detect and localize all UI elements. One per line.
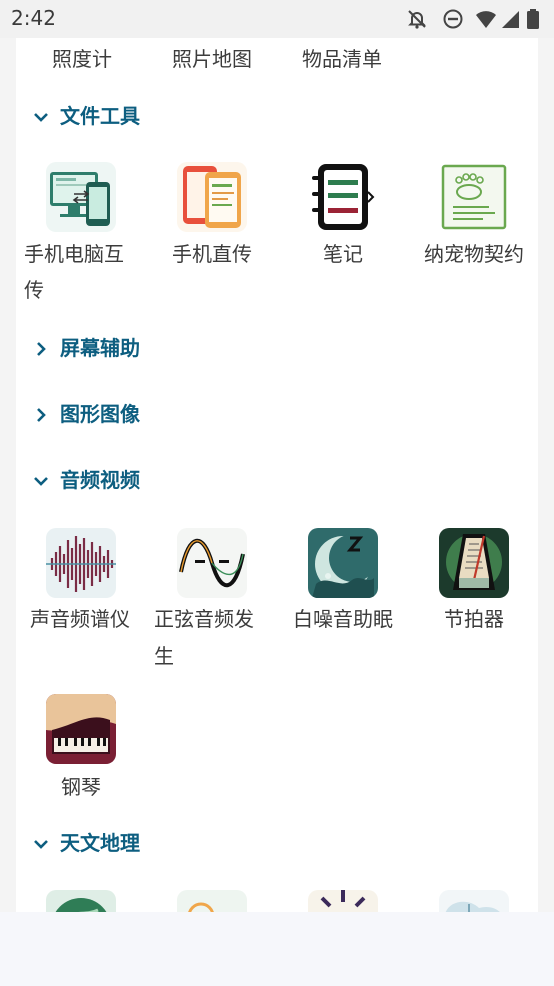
metronome-app-icon[interactable]: [439, 528, 509, 598]
section-header-audio-video[interactable]: 音频视频: [16, 460, 538, 500]
pc-transfer-app-icon[interactable]: [46, 162, 116, 232]
chevron-down-icon: [34, 113, 48, 122]
app-label-pc-transfer-wrap[interactable]: 传: [24, 272, 64, 308]
notifications-off-icon: [408, 10, 426, 29]
section-header-astronomy[interactable]: 天文地理: [16, 823, 538, 863]
app-label-piano[interactable]: 钢琴: [41, 769, 121, 805]
piano-app-icon[interactable]: [46, 694, 116, 764]
section-title: 图形图像: [60, 402, 140, 426]
battery-icon: [527, 9, 539, 29]
content-card: 照度计 照片地图 物品清单 文件工具 手机电脑互 传 手机直传 笔记 纳宠物契约…: [16, 38, 538, 912]
notes-app-icon[interactable]: [308, 162, 378, 232]
phone-transfer-app-icon[interactable]: [177, 162, 247, 232]
app-label-pet-contract[interactable]: 纳宠物契约: [414, 236, 534, 272]
section-title: 文件工具: [60, 104, 140, 128]
section-title: 屏幕辅助: [60, 336, 140, 360]
status-bar: 2:42: [0, 0, 554, 38]
bottom-navigation-area: [0, 912, 554, 986]
status-time: 2:42: [11, 6, 56, 30]
chevron-down-icon: [34, 840, 48, 849]
section-header-graphics[interactable]: 图形图像: [16, 394, 538, 434]
app-label-phone-transfer[interactable]: 手机直传: [157, 236, 267, 272]
chevron-down-icon: [34, 477, 48, 486]
chevron-right-icon: [37, 408, 46, 422]
sun-app-icon[interactable]: [177, 890, 247, 912]
app-label-white-noise[interactable]: 白噪音助眠: [283, 601, 403, 637]
globe-app-icon[interactable]: [46, 890, 116, 912]
app-label-sine-generator-wrap[interactable]: 生: [154, 638, 194, 674]
pet-contract-app-icon[interactable]: [439, 162, 509, 232]
spectrum-analyzer-app-icon[interactable]: [46, 528, 116, 598]
section-header-file-tools[interactable]: 文件工具: [16, 96, 538, 136]
white-noise-app-icon[interactable]: [308, 528, 378, 598]
section-title: 音频视频: [60, 468, 140, 492]
section-header-screen-assist[interactable]: 屏幕辅助: [16, 328, 538, 368]
do-not-disturb-icon: [443, 9, 463, 29]
app-label-notes[interactable]: 笔记: [288, 236, 398, 272]
app-label-metronome[interactable]: 节拍器: [419, 601, 529, 637]
app-label-pc-transfer[interactable]: 手机电脑互: [24, 236, 154, 272]
app-label-lux-meter[interactable]: 照度计: [32, 41, 132, 77]
section-title: 天文地理: [60, 831, 140, 855]
sunrise-app-icon[interactable]: [308, 890, 378, 912]
app-label-item-list[interactable]: 物品清单: [292, 41, 392, 77]
weather-app-icon[interactable]: [439, 890, 509, 912]
app-label-sine-generator[interactable]: 正弦音频发: [154, 601, 284, 637]
cell-signal-icon: [502, 11, 519, 28]
wifi-icon: [476, 11, 496, 28]
sine-generator-app-icon[interactable]: [177, 528, 247, 598]
chevron-right-icon: [37, 342, 46, 356]
app-label-photo-map[interactable]: 照片地图: [162, 41, 262, 77]
app-label-spectrum-analyzer[interactable]: 声音频谱仪: [20, 601, 140, 637]
